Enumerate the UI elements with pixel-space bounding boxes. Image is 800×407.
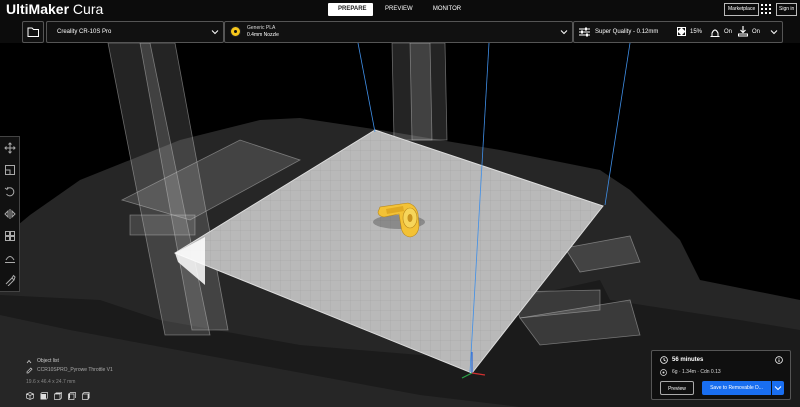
sign-in-button[interactable]: Sign in (776, 3, 798, 16)
paint-icon[interactable] (4, 274, 16, 286)
chevron-down-icon (211, 30, 219, 35)
logo-bold: UltiMaker (6, 1, 70, 17)
camera-view-buttons (26, 392, 90, 401)
mirror-icon[interactable] (4, 208, 16, 220)
scale-icon[interactable] (4, 164, 16, 176)
preview-button[interactable]: Preview (660, 381, 694, 395)
support-icon (710, 29, 720, 37)
sliders-icon (579, 27, 590, 37)
support-value: On (724, 29, 733, 35)
object-list-header[interactable]: Object list (37, 358, 59, 364)
infill-icon (677, 27, 686, 36)
view-front-icon[interactable] (40, 392, 48, 400)
per-model-settings-icon[interactable] (4, 230, 16, 242)
print-summary-panel: 56 minutes 6g · 1.34m · Cdn 0.13 Preview… (651, 350, 791, 400)
info-icon[interactable] (775, 356, 783, 364)
rotate-icon[interactable] (4, 186, 16, 198)
header-bar: UltiMaker Cura PREPARE PREVIEW MONITOR M… (0, 0, 800, 19)
chevron-down-icon (560, 30, 568, 35)
tab-monitor[interactable]: MONITOR (422, 3, 472, 16)
adhesion-value: On (752, 29, 761, 35)
object-dimensions: 19.6 x 46.4 x 24.7 mm (26, 379, 76, 385)
support-blocker-icon[interactable] (4, 252, 16, 264)
material-usage: 6g · 1.34m · Cdn 0.13 (672, 369, 721, 375)
view-3d-icon[interactable] (26, 392, 34, 400)
tool-panel (0, 136, 20, 292)
infill-value: 15% (690, 29, 703, 35)
save-options-dropdown[interactable] (772, 381, 784, 395)
clock-icon (660, 356, 668, 364)
spool-icon (660, 369, 667, 376)
nozzle-size: 0.4mm Nozzle (247, 32, 279, 38)
folder-icon (27, 27, 39, 37)
app-logo: UltiMaker Cura (6, 2, 103, 17)
marketplace-button[interactable]: Marketplace (724, 3, 760, 16)
stage-tabs: PREPARE PREVIEW MONITOR (328, 3, 472, 16)
chevron-down-icon (774, 386, 782, 391)
print-settings-selector[interactable]: Super Quality - 0.12mm 15% On On (573, 21, 783, 43)
tab-preview[interactable]: PREVIEW (375, 3, 420, 16)
printer-name: Creality CR-10S Pro (57, 29, 112, 35)
open-file-button[interactable] (22, 21, 44, 43)
material-color-swatch (230, 26, 241, 37)
object-name: CCR10SPRO_Pyrowe Throttle V1 (37, 367, 113, 373)
profile-name: Super Quality - 0.12mm (595, 29, 659, 35)
tab-prepare[interactable]: PREPARE (328, 3, 373, 16)
apps-grid-icon[interactable] (761, 4, 771, 14)
save-to-removable-button[interactable]: Save to Removable D... (702, 381, 771, 395)
chevron-up-icon[interactable] (26, 359, 32, 364)
adhesion-icon (738, 26, 748, 37)
printer-selector[interactable]: Creality CR-10S Pro (46, 21, 224, 43)
chevron-down-icon (770, 30, 778, 35)
move-icon[interactable] (4, 142, 16, 154)
material-name: Generic PLA (247, 25, 276, 31)
material-selector[interactable]: Generic PLA 0.4mm Nozzle (224, 21, 573, 43)
view-left-icon[interactable] (68, 392, 76, 400)
view-top-icon[interactable] (54, 392, 62, 400)
logo-light: Cura (69, 1, 104, 17)
view-right-icon[interactable] (82, 392, 90, 400)
print-time: 56 minutes (672, 357, 704, 363)
pencil-icon[interactable] (26, 367, 33, 374)
